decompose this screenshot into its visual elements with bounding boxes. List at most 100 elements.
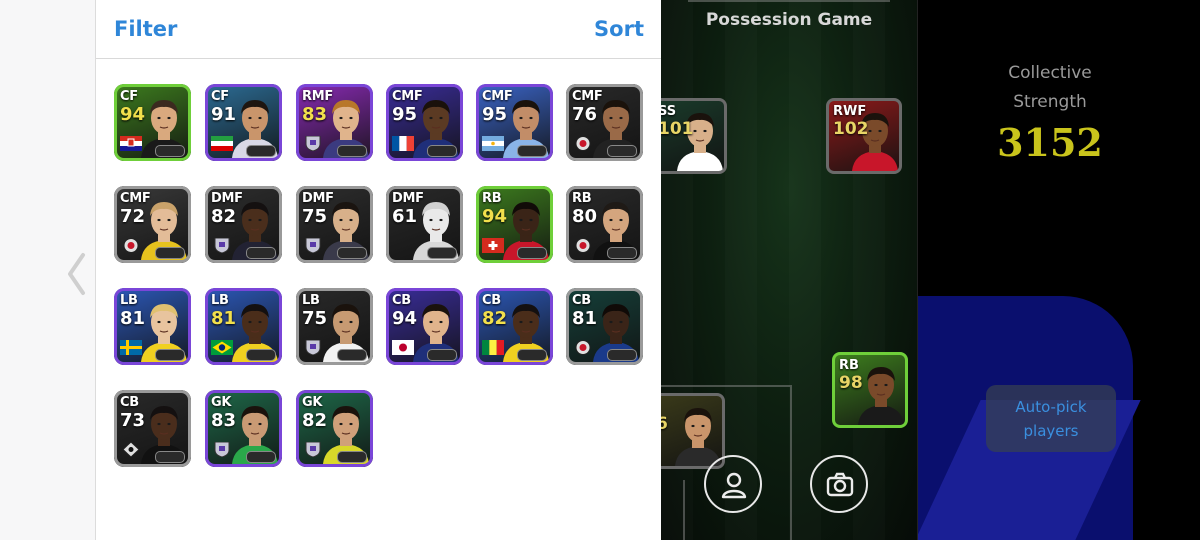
nation-flag-icon: [120, 136, 142, 151]
player-card[interactable]: RMF 83: [296, 84, 373, 161]
nation-flag-icon: [211, 136, 233, 151]
player-position: DMF: [211, 191, 243, 206]
player-position: LB: [120, 293, 138, 308]
formation-player-card[interactable]: 6: [661, 393, 725, 469]
player-card[interactable]: RB 80: [566, 186, 643, 263]
player-card[interactable]: GK 83: [205, 390, 282, 467]
player-rating: 82: [302, 410, 328, 431]
player-card[interactable]: CB 82: [476, 288, 553, 365]
player-rating: 75: [302, 308, 328, 329]
player-card[interactable]: CMF 95: [476, 84, 553, 161]
player-card[interactable]: LB 81: [205, 288, 282, 365]
club-crest-icon: [302, 135, 324, 152]
camera-icon: [826, 472, 854, 497]
player-rating: 61: [392, 206, 418, 227]
player-rating: 95: [482, 104, 508, 125]
player-position: RB: [482, 191, 502, 206]
game-mode-title: Possession Game: [705, 10, 873, 30]
player-card[interactable]: CB 73: [114, 390, 191, 467]
player-position: RWF: [833, 104, 867, 119]
card-status-chip: [517, 349, 547, 361]
card-status-chip: [517, 145, 547, 157]
player-position: CB: [120, 395, 139, 410]
player-position: RB: [572, 191, 592, 206]
chevron-left-icon[interactable]: [64, 252, 88, 296]
player-rating: 91: [211, 104, 237, 125]
player-card[interactable]: CF 91: [205, 84, 282, 161]
player-rating: 94: [120, 104, 146, 125]
club-crest-icon: [211, 441, 233, 458]
player-position: CB: [572, 293, 591, 308]
player-rating: 94: [392, 308, 418, 329]
player-card[interactable]: DMF 61: [386, 186, 463, 263]
card-status-chip: [607, 247, 637, 259]
card-status-chip: [337, 451, 367, 463]
camera-button[interactable]: [810, 455, 868, 513]
player-card[interactable]: RB 94: [476, 186, 553, 263]
club-crest-icon: [302, 339, 324, 356]
player-rating: 94: [482, 206, 508, 227]
auto-pick-button[interactable]: Auto-pick players: [986, 385, 1116, 452]
player-rating: 6: [661, 414, 668, 434]
player-position: CMF: [120, 191, 151, 206]
card-status-chip: [427, 349, 457, 361]
nation-flag-icon: [482, 340, 504, 355]
player-position: CB: [392, 293, 411, 308]
player-rating: 81: [572, 308, 598, 329]
collective-strength-value: 3152: [997, 120, 1103, 165]
card-status-chip: [337, 145, 367, 157]
card-status-chip: [155, 145, 185, 157]
player-position: RMF: [302, 89, 333, 104]
player-card[interactable]: CMF 95: [386, 84, 463, 161]
goal-area: [683, 480, 685, 540]
player-card[interactable]: LB 75: [296, 288, 373, 365]
profile-button[interactable]: [704, 455, 762, 513]
card-status-chip: [427, 247, 457, 259]
player-rating: 72: [120, 206, 146, 227]
player-card[interactable]: DMF 75: [296, 186, 373, 263]
formation-player-card[interactable]: SS101: [661, 98, 727, 174]
card-status-chip: [155, 349, 185, 361]
formation-player-card[interactable]: RB 98: [832, 352, 908, 428]
player-position: RB: [839, 358, 859, 373]
player-card[interactable]: GK 82: [296, 390, 373, 467]
player-position: CF: [120, 89, 138, 104]
card-status-chip: [246, 451, 276, 463]
player-rating: 81: [120, 308, 146, 329]
nation-flag-icon: [482, 136, 504, 151]
collective-strength-label: Collective Strength: [1008, 63, 1092, 112]
player-rating: 82: [482, 308, 508, 329]
card-status-chip: [246, 145, 276, 157]
player-card[interactable]: DMF 82: [205, 186, 282, 263]
player-rating: 76: [572, 104, 598, 125]
card-status-chip: [155, 247, 185, 259]
club-crest-icon: [572, 136, 594, 151]
nation-flag-icon: [392, 340, 414, 355]
player-card[interactable]: CMF 72: [114, 186, 191, 263]
player-rating: 98: [839, 373, 863, 393]
player-card[interactable]: CMF 76: [566, 84, 643, 161]
filter-button[interactable]: Filter: [114, 17, 177, 41]
player-position: GK: [211, 395, 232, 410]
card-status-chip: [607, 145, 637, 157]
player-rating: 82: [211, 206, 237, 227]
player-card[interactable]: LB 81: [114, 288, 191, 365]
player-card[interactable]: CB 94: [386, 288, 463, 365]
card-status-chip: [155, 451, 185, 463]
player-card[interactable]: CB 81: [566, 288, 643, 365]
nation-flag-icon: [120, 340, 142, 355]
club-crest-icon: [211, 237, 233, 254]
card-status-chip: [427, 145, 457, 157]
card-status-chip: [246, 349, 276, 361]
panel-header: Filter Sort: [96, 0, 662, 59]
player-portrait: [856, 363, 904, 425]
sort-button[interactable]: Sort: [594, 17, 644, 41]
formation-player-card[interactable]: RWF 102: [826, 98, 902, 174]
club-crest-icon: [302, 441, 324, 458]
player-card[interactable]: CF 94: [114, 84, 191, 161]
card-status-chip: [246, 247, 276, 259]
nation-flag-icon: [392, 136, 414, 151]
card-status-chip: [607, 349, 637, 361]
card-status-chip: [517, 247, 547, 259]
player-rating: 73: [120, 410, 146, 431]
